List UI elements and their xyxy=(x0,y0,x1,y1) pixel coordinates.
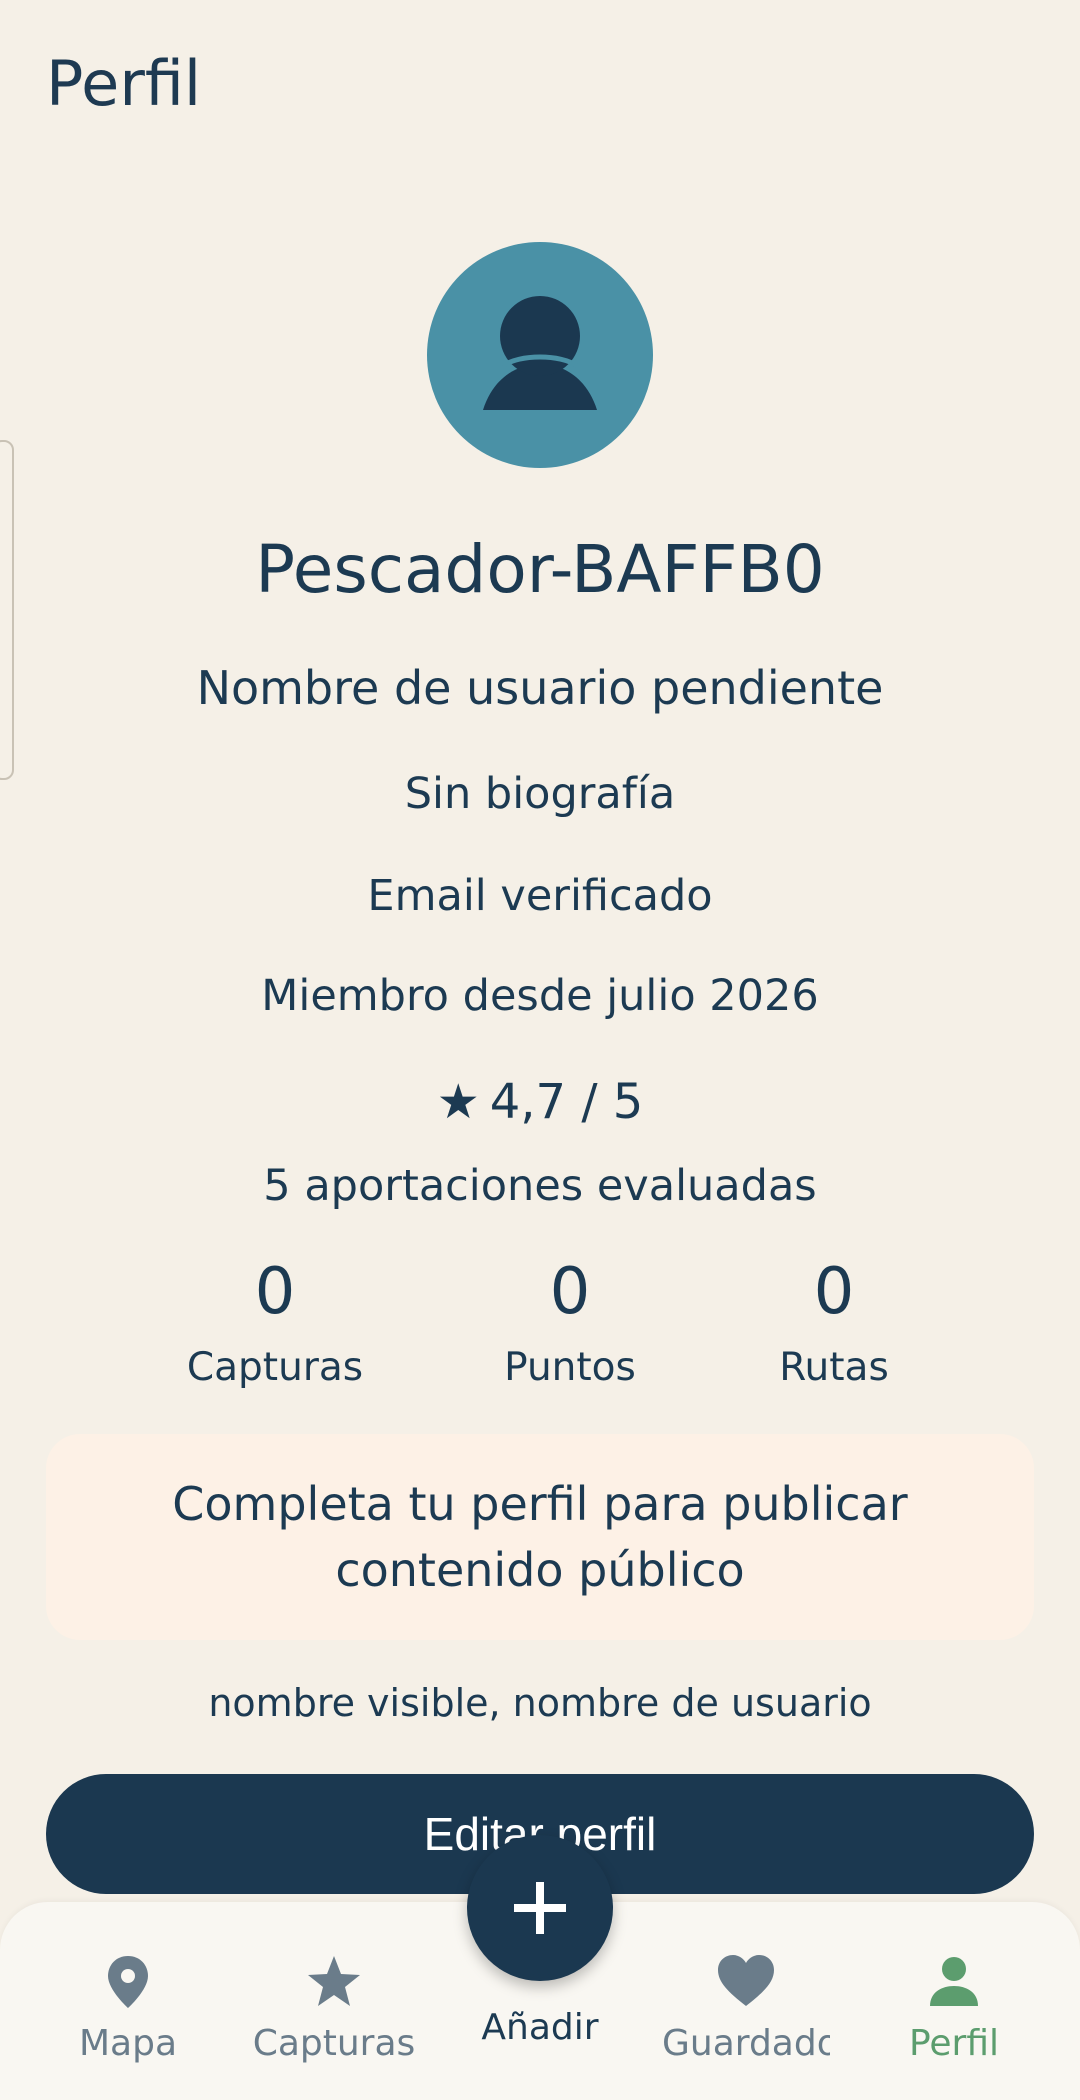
nav-item-map[interactable]: Mapa xyxy=(38,1950,218,2068)
display-name: Pescador-BAFFB0 xyxy=(255,531,825,608)
heart-icon xyxy=(656,1950,836,2014)
nav-label: Guardados xyxy=(662,2023,830,2064)
stat-points[interactable]: 0 Puntos xyxy=(450,1252,690,1394)
stat-captures[interactable]: 0 Capturas xyxy=(155,1252,395,1394)
stat-label: Puntos xyxy=(504,1345,636,1390)
username-status: Nombre de usuario pendiente xyxy=(196,661,884,715)
stat-label: Capturas xyxy=(186,1345,364,1390)
nav-label: Capturas xyxy=(252,2023,416,2064)
complete-profile-notice: Completa tu perfil para publicar conteni… xyxy=(46,1434,1034,1640)
stat-value: 0 xyxy=(549,1255,591,1329)
rating-value: 4,7 / 5 xyxy=(489,1074,644,1130)
stat-label: Rutas xyxy=(779,1345,889,1390)
bio: Sin biografía xyxy=(404,769,676,819)
star-icon xyxy=(244,1950,424,2014)
email-status: Email verificado xyxy=(367,871,713,921)
add-fab-button[interactable] xyxy=(467,1835,613,1981)
map-pin-icon xyxy=(38,1950,218,2014)
nav-item-captures[interactable]: Capturas xyxy=(244,1950,424,2068)
nav-item-profile[interactable]: Perfil xyxy=(864,1950,1044,2068)
person-icon xyxy=(864,1950,1044,2014)
page-title: Perfil xyxy=(46,47,202,120)
avatar[interactable] xyxy=(427,242,653,468)
nav-label: Mapa xyxy=(78,2023,178,2064)
notice-text: Completa tu perfil para publicar conteni… xyxy=(172,1477,908,1597)
stat-value: 0 xyxy=(254,1255,296,1329)
plus-icon xyxy=(514,1882,566,1934)
stat-value: 0 xyxy=(813,1255,855,1329)
stat-routes[interactable]: 0 Rutas xyxy=(714,1252,954,1394)
person-avatar-icon xyxy=(483,296,597,410)
star-icon: ★ xyxy=(436,1074,480,1130)
nav-label: Perfil xyxy=(908,2023,1000,2064)
add-label[interactable]: Añadir xyxy=(450,2004,630,2052)
reviews-count: 5 aportaciones evaluadas xyxy=(263,1161,817,1211)
missing-fields: nombre visible, nombre de usuario xyxy=(208,1681,872,1725)
nav-item-saved[interactable]: Guardados xyxy=(656,1950,836,2068)
member-since: Miembro desde julio 2026 xyxy=(261,971,819,1021)
rating: ★ 4,7 / 5 xyxy=(0,1070,1080,1134)
